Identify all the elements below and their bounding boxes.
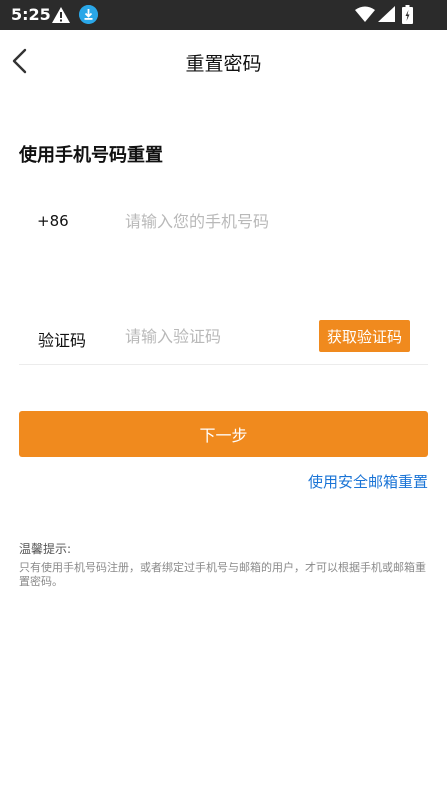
wifi-icon (355, 6, 375, 22)
status-time: 5:25 (11, 5, 51, 24)
alert-icon (52, 7, 70, 23)
phone-input[interactable] (125, 206, 415, 236)
country-code[interactable]: +86 (37, 212, 69, 230)
next-button[interactable]: 下一步 (19, 411, 428, 457)
get-code-button[interactable]: 获取验证码 (319, 320, 410, 352)
tips-text: 只有使用手机号码注册，或者绑定过手机号与邮箱的用户，才可以根据手机或邮箱重置密码… (19, 561, 426, 588)
battery-icon (402, 5, 413, 24)
status-bar: 5:25 (0, 0, 447, 30)
signal-icon (378, 6, 395, 22)
divider (19, 364, 428, 365)
email-reset-link[interactable]: 使用安全邮箱重置 (308, 471, 428, 492)
verification-code-label: 验证码 (38, 331, 87, 350)
tips-title: 温馨提示: (19, 542, 72, 556)
verification-code-input[interactable] (125, 321, 310, 351)
page-title: 重置密码 (185, 53, 262, 75)
section-title: 使用手机号码重置 (19, 145, 163, 166)
download-icon (79, 5, 98, 24)
header: 重置密码 (0, 30, 447, 92)
